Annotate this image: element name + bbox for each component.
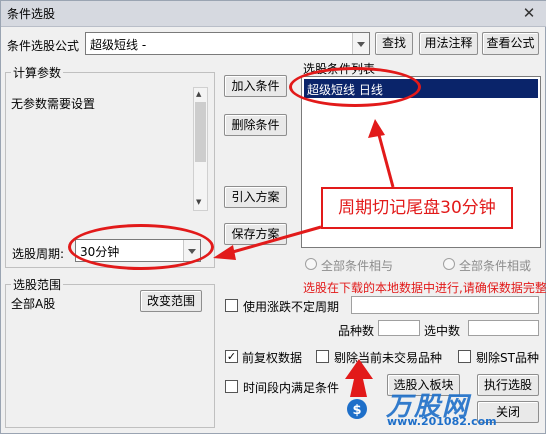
condition-stock-dialog: 条件选股 ✕ 条件选股公式 超级短线 - 查找 用法注释 查看公式 计算参数 无…: [0, 0, 546, 434]
arrow-to-list-shaft: [377, 134, 395, 188]
arrow-to-period-head: [213, 245, 236, 260]
watermark-url: www.201082.com: [387, 415, 497, 428]
watermark-dollar-glyph: $: [352, 403, 361, 418]
period-callout: 周期切记尾盘30分钟: [321, 187, 513, 229]
watermark-logo-icon: $: [345, 359, 373, 419]
arrow-to-list-head: [368, 119, 385, 138]
arrow-to-period-shaft: [228, 225, 322, 255]
watermark-arrow-icon: [345, 359, 373, 397]
